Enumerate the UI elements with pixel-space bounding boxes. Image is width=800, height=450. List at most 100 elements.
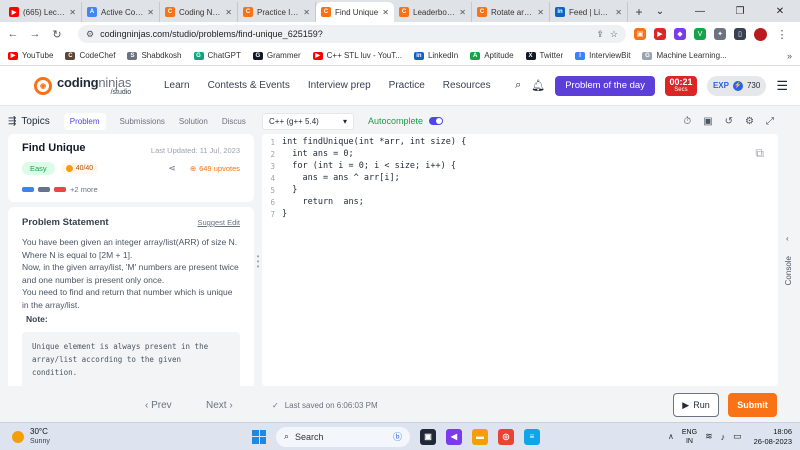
browser-tab[interactable]: C Leaderboard ✕: [394, 2, 472, 22]
exp-badge[interactable]: EXP ⚡ 730: [706, 75, 767, 96]
browser-tab[interactable]: A Active Courses ✕: [82, 2, 160, 22]
hamburger-menu-icon[interactable]: ☰: [776, 78, 788, 94]
bookmark-item[interactable]: I InterviewBit: [575, 51, 630, 60]
task-view-icon[interactable]: ▣: [420, 428, 436, 445]
extensions-puzzle-icon[interactable]: ✦: [714, 28, 726, 40]
autocomplete-toggle[interactable]: Autocomplete: [368, 116, 444, 126]
bookmark-item[interactable]: ▶ C++ STL luv - YouT...: [312, 51, 402, 60]
close-tab-icon[interactable]: ✕: [537, 8, 544, 17]
copy-icon[interactable]: ⧉: [755, 146, 764, 161]
bookmark-item[interactable]: G Machine Learning...: [642, 51, 727, 60]
nav-link[interactable]: Interview prep: [308, 80, 371, 91]
code-text[interactable]: for (int i = 0; i < size; i++) {: [282, 161, 456, 171]
bookmark-item[interactable]: C CodeChef: [65, 51, 115, 60]
nav-link[interactable]: Contests & Events: [208, 80, 290, 91]
maximize-button[interactable]: ❐: [720, 0, 760, 22]
save-icon[interactable]: ▣: [703, 116, 712, 127]
extension-icon[interactable]: ▣: [634, 28, 646, 40]
next-problem-button[interactable]: Next ›: [206, 400, 233, 411]
tab-submissions[interactable]: Submissions: [120, 117, 165, 126]
battery-icon[interactable]: ▭: [733, 431, 742, 442]
wifi-icon[interactable]: ≋: [705, 431, 713, 442]
extension-icon[interactable]: V: [694, 28, 706, 40]
browser-tab[interactable]: C Practice Interv ✕: [238, 2, 316, 22]
close-tab-icon[interactable]: ✕: [69, 8, 76, 17]
code-line[interactable]: 7}: [262, 208, 778, 220]
chrome-icon[interactable]: ◎: [498, 428, 514, 445]
profile-avatar[interactable]: [754, 27, 767, 41]
side-panel-icon[interactable]: ▯: [734, 28, 746, 40]
code-text[interactable]: }: [282, 209, 287, 219]
taskbar-clock[interactable]: 18:06 26-08-2023: [754, 427, 792, 447]
notification-bell-icon[interactable]: 🔔︎: [531, 79, 545, 92]
code-line[interactable]: 4 ans = ans ^ arr[i];: [262, 172, 778, 184]
prev-problem-button[interactable]: ‹ Prev: [145, 400, 172, 411]
problem-of-the-day-button[interactable]: Problem of the day: [555, 75, 655, 96]
language-indicator[interactable]: ENG IN: [682, 428, 697, 446]
bookmark-star-icon[interactable]: ☆: [610, 29, 618, 40]
weather-widget[interactable]: 30°C Sunny: [12, 427, 50, 447]
browser-tab[interactable]: C Coding Ninjas ✕: [160, 2, 238, 22]
browser-tab[interactable]: ▶ (665) Lecture ✕: [4, 2, 82, 22]
code-text[interactable]: }: [282, 185, 297, 195]
show-hidden-icons-icon[interactable]: ∧: [668, 432, 674, 441]
suggest-edit-link[interactable]: Suggest Edit: [197, 218, 240, 227]
bookmark-item[interactable]: G Grammer: [252, 51, 301, 60]
submit-button[interactable]: Submit: [728, 393, 777, 417]
code-text[interactable]: int findUnique(int *arr, int size) {: [282, 137, 466, 147]
windows-start-icon[interactable]: [252, 429, 266, 444]
tab-search-icon[interactable]: ⌄: [640, 0, 680, 22]
code-editor[interactable]: 1 int findUnique(int *arr, int size) {2 i…: [262, 134, 778, 386]
close-tab-icon[interactable]: ✕: [382, 8, 389, 17]
more-tags-link[interactable]: +2 more: [70, 185, 98, 194]
code-text[interactable]: int ans = 0;: [282, 149, 353, 159]
nav-link[interactable]: Resources: [443, 80, 491, 91]
close-tab-icon[interactable]: ✕: [147, 8, 154, 17]
settings-gear-icon[interactable]: ⚙: [745, 116, 754, 127]
url-text[interactable]: codingninjas.com/studio/problems/find-un…: [100, 29, 590, 39]
language-select[interactable]: C++ (g++ 5.4) ▾: [262, 112, 354, 130]
bookmark-item[interactable]: G ChatGPT: [193, 51, 241, 60]
code-text[interactable]: ans = ans ^ arr[i];: [282, 173, 399, 183]
code-line[interactable]: 2 int ans = 0;: [262, 148, 778, 160]
close-tab-icon[interactable]: ✕: [615, 8, 622, 17]
close-tab-icon[interactable]: ✕: [225, 8, 232, 17]
notepad-icon[interactable]: ≡: [524, 428, 540, 445]
timer-icon[interactable]: ⏱: [683, 116, 691, 127]
extension-icon[interactable]: ▶: [654, 28, 666, 40]
browser-menu-icon[interactable]: ⋮: [775, 28, 789, 41]
code-line[interactable]: 5 }: [262, 184, 778, 196]
site-info-icon[interactable]: ⚙: [86, 29, 94, 40]
bookmark-item[interactable]: in LinkedIn: [413, 51, 458, 60]
reload-icon[interactable]: ↻: [50, 28, 64, 41]
console-panel[interactable]: ‹ Console: [780, 106, 800, 422]
upvote-button[interactable]: ⊕ 649 upvotes: [190, 164, 240, 173]
forward-arrow-icon[interactable]: →: [28, 28, 42, 40]
extension-icon[interactable]: ◆: [674, 28, 686, 40]
topics-button[interactable]: ⇶ Topics: [8, 116, 50, 127]
coding-ninjas-logo[interactable]: ◉ codingninjas /studio: [34, 76, 160, 96]
back-arrow-icon[interactable]: ←: [6, 28, 20, 40]
panel-resize-handle[interactable]: • • •: [256, 253, 260, 271]
run-button[interactable]: ▶ Run: [673, 393, 719, 417]
close-window-button[interactable]: ✕: [760, 0, 800, 22]
code-line[interactable]: 3 for (int i = 0; i < size; i++) {: [262, 160, 778, 172]
bookmark-item[interactable]: ▶ YouTube: [8, 51, 53, 60]
code-line[interactable]: 1 int findUnique(int *arr, int size) {: [262, 136, 778, 148]
reset-icon[interactable]: ↺: [725, 116, 733, 127]
console-label[interactable]: Console: [784, 256, 793, 285]
tab-problem[interactable]: Problem: [63, 112, 106, 130]
chevron-left-icon[interactable]: ‹: [786, 234, 789, 243]
taskbar-search[interactable]: ⌕ Search ⓑ: [276, 426, 410, 447]
nav-link[interactable]: Learn: [164, 80, 190, 91]
code-line[interactable]: 6 return ans;: [262, 196, 778, 208]
share-icon[interactable]: ⇪: [596, 29, 604, 40]
nav-link[interactable]: Practice: [389, 80, 425, 91]
bookmark-item[interactable]: X Twitter: [525, 51, 563, 60]
search-icon[interactable]: ⌕: [515, 79, 521, 92]
vscode-icon[interactable]: ◀: [446, 428, 462, 445]
browser-tab[interactable]: C Rotate array ✕: [472, 2, 550, 22]
bookmark-item[interactable]: A Aptitude: [470, 51, 514, 60]
share-icon[interactable]: ⋖: [168, 163, 176, 174]
close-tab-icon[interactable]: ✕: [303, 8, 310, 17]
